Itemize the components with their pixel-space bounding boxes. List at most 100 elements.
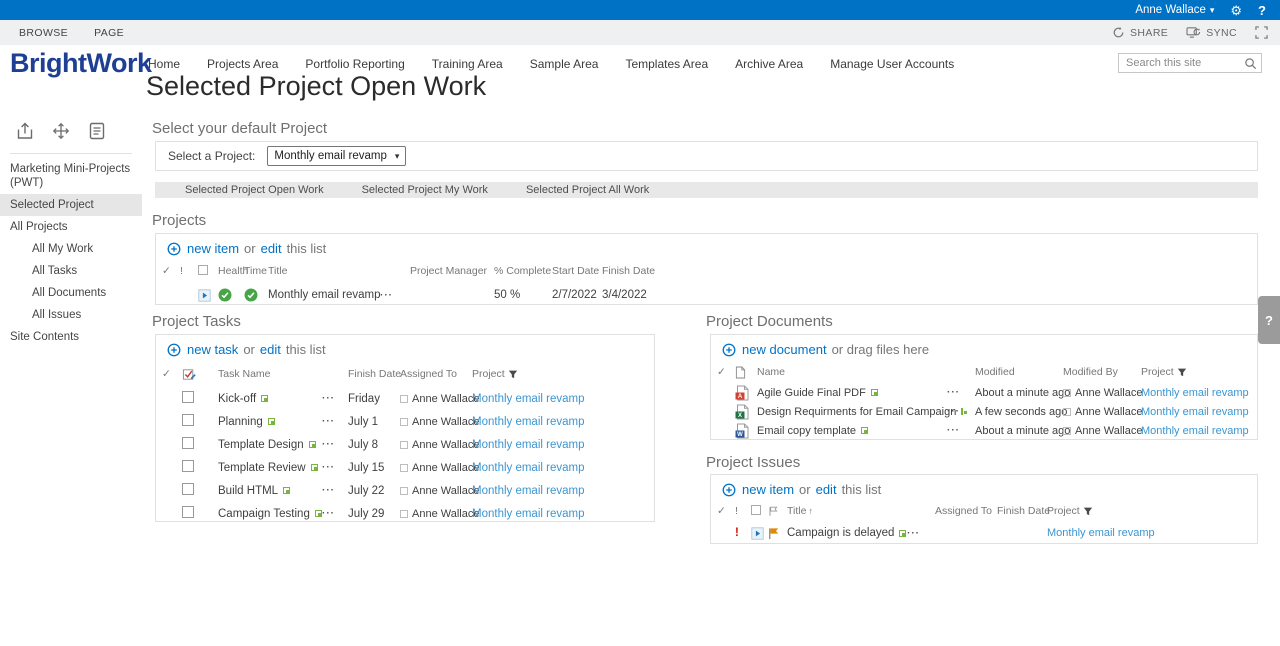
nav-portfolio-reporting[interactable]: Portfolio Reporting — [305, 57, 404, 71]
edit-list-link[interactable]: edit — [260, 342, 281, 357]
sidebar-item-all-documents[interactable]: All Documents — [0, 282, 142, 304]
col-header-modified-by[interactable]: Modified By — [1063, 366, 1141, 378]
item-menu-button[interactable]: ··· — [322, 508, 348, 519]
priority-column-header[interactable]: ! — [180, 265, 198, 277]
tab-selected-project-all-work[interactable]: Selected Project All Work — [526, 184, 649, 196]
sidebar-item-all-my-work[interactable]: All My Work — [0, 238, 142, 260]
select-all-checkmark[interactable]: ✓ — [717, 505, 735, 517]
help-icon[interactable]: ? — [1258, 4, 1266, 17]
select-all-checkmark[interactable]: ✓ — [162, 368, 182, 380]
tab-selected-project-open-work[interactable]: Selected Project Open Work — [185, 184, 324, 196]
col-header-project[interactable]: Project — [1141, 366, 1257, 378]
document-name[interactable]: Agile Guide Final PDF — [757, 387, 866, 399]
priority-column-header[interactable]: ! — [735, 505, 751, 517]
nav-templates-area[interactable]: Templates Area — [625, 57, 708, 71]
col-header-name[interactable]: Name — [757, 366, 947, 378]
project-link[interactable]: Monthly email revamp — [472, 416, 654, 428]
sidebar-item-all-tasks[interactable]: All Tasks — [0, 260, 142, 282]
document-name[interactable]: Design Requirments for Email Campaign — [757, 406, 956, 418]
col-header-start-date[interactable]: Start Date — [552, 265, 602, 277]
new-item-link[interactable]: new item — [742, 482, 794, 497]
task-name[interactable]: Campaign Testing — [218, 508, 310, 520]
flag-column-header[interactable] — [767, 505, 787, 517]
checkbox-column-header[interactable] — [198, 265, 218, 278]
col-header-time[interactable]: Time — [244, 265, 268, 277]
col-header-finish-date[interactable]: Finish Date — [602, 265, 672, 277]
in-progress-icon[interactable] — [751, 527, 767, 540]
brightwork-logo[interactable]: BrightWork — [10, 48, 152, 79]
assigned-to[interactable]: Anne Wallace — [412, 416, 479, 428]
item-menu-button[interactable]: ··· — [907, 528, 935, 539]
item-menu-button[interactable]: ··· — [322, 393, 348, 404]
search-icon[interactable] — [1244, 57, 1257, 70]
project-link[interactable]: Monthly email revamp — [472, 508, 654, 520]
project-link[interactable]: Monthly email revamp — [1141, 425, 1257, 437]
focus-mode-button[interactable] — [1255, 26, 1268, 39]
select-all-checkmark[interactable]: ✓ — [162, 265, 180, 277]
user-menu[interactable]: Anne Wallace ▾ — [1135, 4, 1214, 16]
search-input[interactable] — [1119, 57, 1244, 69]
tab-selected-project-my-work[interactable]: Selected Project My Work — [362, 184, 488, 196]
completed-column-icon[interactable] — [182, 367, 218, 382]
assigned-to[interactable]: Anne Wallace — [412, 508, 479, 520]
assigned-to[interactable]: Anne Wallace — [412, 462, 479, 474]
assigned-to[interactable]: Anne Wallace — [412, 485, 479, 497]
task-name[interactable]: Build HTML — [218, 485, 278, 497]
modified-by[interactable]: Anne Wallace — [1075, 387, 1142, 399]
edit-list-link[interactable]: edit — [816, 482, 837, 497]
nav-manage-user-accounts[interactable]: Manage User Accounts — [830, 57, 954, 71]
col-header-finish-date[interactable]: Finish Date — [997, 505, 1047, 517]
project-link[interactable]: Monthly email revamp — [1141, 387, 1257, 399]
promote-links-icon[interactable] — [12, 118, 38, 144]
assigned-to[interactable]: Anne Wallace — [412, 439, 479, 451]
task-name[interactable]: Template Design — [218, 439, 304, 451]
item-menu-button[interactable]: ··· — [322, 485, 348, 496]
col-header-title[interactable]: Title — [268, 265, 380, 277]
edit-list-link[interactable]: edit — [261, 241, 282, 256]
project-link[interactable]: Monthly email revamp — [1141, 406, 1257, 418]
sidebar-item-site-contents[interactable]: Site Contents — [0, 326, 142, 348]
sidebar-item-selected-project[interactable]: Selected Project — [0, 194, 142, 216]
settings-gear-icon[interactable]: ⚙ — [1230, 4, 1242, 17]
project-link[interactable]: Monthly email revamp — [472, 439, 654, 451]
item-menu-button[interactable]: ··· — [322, 462, 348, 473]
project-link[interactable]: Monthly email revamp — [1047, 527, 1257, 539]
task-checkbox[interactable] — [182, 506, 194, 518]
col-header-modified[interactable]: Modified — [975, 366, 1063, 378]
nav-home[interactable]: Home — [148, 57, 180, 71]
reorder-links-icon[interactable] — [48, 118, 74, 144]
new-document-link[interactable]: new document — [742, 342, 827, 357]
share-button[interactable]: SHARE — [1112, 26, 1168, 39]
task-name[interactable]: Planning — [218, 416, 263, 428]
edit-links-icon[interactable] — [84, 118, 110, 144]
item-menu-button[interactable]: ··· — [947, 425, 975, 436]
project-link[interactable]: Monthly email revamp — [472, 462, 654, 474]
modified-by[interactable]: Anne Wallace — [1075, 425, 1142, 437]
project-title[interactable]: Monthly email revamp — [268, 289, 380, 301]
col-header-title[interactable]: Title↑ — [787, 505, 907, 517]
task-name[interactable]: Template Review — [218, 462, 306, 474]
col-header-task-name[interactable]: Task Name — [218, 368, 322, 380]
project-select-dropdown[interactable]: Monthly email revamp ▾ — [267, 146, 406, 166]
task-checkbox[interactable] — [182, 460, 194, 472]
sidebar-item-marketing-mini-projects[interactable]: Marketing Mini-Projects (PWT) — [0, 158, 142, 194]
select-all-checkmark[interactable]: ✓ — [717, 366, 735, 378]
col-header-assigned-to[interactable]: Assigned To — [400, 368, 472, 380]
document-name[interactable]: Email copy template — [757, 425, 856, 437]
help-panel-tab[interactable]: ? — [1258, 296, 1280, 344]
in-progress-icon[interactable] — [198, 289, 218, 302]
assigned-to[interactable]: Anne Wallace — [412, 393, 479, 405]
col-header-health[interactable]: Health — [218, 265, 244, 277]
item-menu-button[interactable]: ··· — [380, 290, 410, 301]
task-checkbox[interactable] — [182, 483, 194, 495]
issue-title[interactable]: Campaign is delayed — [787, 527, 894, 539]
col-header-percent-complete[interactable]: % Complete — [494, 265, 552, 277]
nav-training-area[interactable]: Training Area — [432, 57, 503, 71]
file-type-column-icon[interactable] — [735, 366, 757, 379]
checkbox-column-header[interactable] — [751, 505, 767, 518]
nav-sample-area[interactable]: Sample Area — [530, 57, 599, 71]
new-task-link[interactable]: new task — [187, 342, 238, 357]
col-header-project[interactable]: Project — [1047, 505, 1257, 517]
ribbon-tab-browse[interactable]: BROWSE — [6, 27, 81, 39]
item-menu-button[interactable]: ··· — [322, 416, 348, 427]
